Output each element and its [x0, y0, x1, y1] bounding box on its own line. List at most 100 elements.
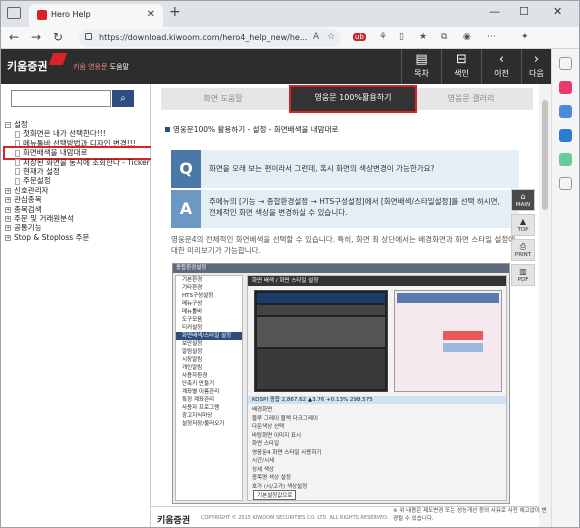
screenshot-menu-item: 티커설정	[182, 325, 203, 331]
tab-actions-icon[interactable]	[7, 7, 21, 19]
home-icon: ⌂	[520, 192, 526, 201]
document-icon	[15, 149, 20, 157]
book-icon: ▤	[415, 52, 428, 67]
tab-100-percent[interactable]: 영웅문 100%활용하기	[289, 85, 417, 113]
profile-icon[interactable]: ◉	[463, 32, 471, 44]
screenshot-option-row: 블루 그레이 블랙 다크그레이	[252, 415, 318, 422]
refresh-icon[interactable]: ↻	[53, 30, 63, 44]
split-screen-icon[interactable]: ▯	[399, 32, 404, 44]
settings-screenshot: 종합환경설정 기본환경 기타환경 HTS구성설정 메뉴구성 메뉴툴바 도구모음 티커설정 화면…	[172, 263, 510, 504]
footer-note: ※ 위 내용은 제도변경 또는 성능개선 등의 사유로 사전 예고없이 변경될 …	[393, 508, 547, 522]
add-icon[interactable]	[559, 177, 572, 190]
tab-gallery[interactable]: 영웅문 갤러리	[409, 88, 533, 110]
extensions-icon[interactable]: ⚘	[379, 32, 387, 44]
tree-item-label: 메뉴툴바 선택방법과 디자인 변경!!!	[23, 138, 136, 148]
kospi-ticker: KOSPI 종합 2,867.62 ▲3.76 +0.13% 298,575	[248, 396, 506, 404]
kiwoom-favicon-icon	[37, 10, 47, 20]
expand-icon: +	[5, 215, 11, 222]
screenshot-option-row: 영웅문4 화면 스타일 사용하기	[252, 449, 322, 456]
chevron-left-icon: ‹	[498, 52, 505, 67]
tree-item[interactable]: + 주문 및 거래원분석	[5, 214, 151, 223]
app-icon[interactable]	[559, 153, 572, 166]
close-tab-icon[interactable]: ✕	[147, 4, 155, 25]
index-button[interactable]: ⊟ 색인	[441, 49, 481, 84]
pdf-button[interactable]: ▥ PDF	[511, 264, 535, 286]
expand-icon: +	[5, 225, 11, 232]
logo-mark-icon	[48, 53, 68, 65]
maximize-icon[interactable]: ☐	[519, 5, 529, 18]
print-icon: ⎙	[519, 242, 527, 251]
tree-item-label: 관심종목	[14, 195, 42, 205]
answer-badge: A	[171, 190, 201, 228]
menu-icon[interactable]: ⋯	[487, 32, 496, 44]
scroll-thumb[interactable]	[542, 100, 548, 210]
tree-item-label: 공통기능	[14, 223, 42, 233]
tree-item[interactable]: + 공통기능	[5, 223, 151, 232]
outlook-icon[interactable]	[559, 129, 572, 142]
tree-item[interactable]: + Stop & Stoploss 주문	[5, 233, 151, 242]
browser-window: Hero Help ✕ + — ☐ ✕ ← → ↻ https://downlo…	[0, 0, 580, 528]
tab-screen-help[interactable]: 화면 도움말	[161, 88, 285, 110]
tree-item[interactable]: 주문설정	[5, 176, 151, 185]
tree-item-label: 신호관리자	[14, 185, 49, 195]
tree-item[interactable]: + 관심종목	[5, 195, 151, 204]
new-tab-icon[interactable]: +	[169, 4, 181, 20]
toc-tree: − 설정 첫화면은 내가 선택한다!!! 메뉴툴바 선택방법과 디자인 변경!!! 화면…	[3, 120, 153, 242]
tree-item-label: 화면배색을 내맘대로	[23, 148, 88, 158]
tree-item[interactable]: 첫화면은 내가 선택한다!!!	[5, 129, 151, 138]
screenshot-option-row: 화면 스타일	[252, 441, 280, 447]
screenshot-option-row: 종목명 색상 설정	[252, 475, 291, 481]
search-button[interactable]: ⌕	[112, 90, 134, 107]
app-icon[interactable]	[559, 105, 572, 118]
tree-item-label: 주문 및 거래원분석	[14, 213, 74, 223]
document-icon	[15, 177, 20, 185]
screenshot-menu-item: 도구모음	[182, 317, 203, 323]
read-aloud-icon[interactable]: A	[313, 32, 319, 44]
forward-icon[interactable]: →	[31, 30, 41, 44]
close-window-icon[interactable]: ✕	[553, 5, 562, 18]
search-input[interactable]	[11, 90, 111, 107]
tab-title: Hero Help	[51, 10, 91, 19]
scrollbar[interactable]	[539, 84, 551, 527]
screenshot-menu-item: 단축키 만들기	[182, 381, 215, 387]
tree-item[interactable]: + 신호관리자	[5, 186, 151, 195]
screenshot-option-row: 배경화면	[252, 407, 273, 413]
tree-item[interactable]: + 종목검색	[5, 205, 151, 214]
main-button[interactable]: ⌂ MAIN	[511, 189, 535, 211]
collections-icon[interactable]: ⧉	[441, 32, 447, 44]
kiwoom-logo: 키움증권	[7, 60, 48, 73]
minimize-icon[interactable]: —	[489, 5, 500, 18]
preview-row	[257, 305, 385, 315]
browser-tab[interactable]: Hero Help ✕	[29, 4, 163, 27]
tree-item-label: Stop & Stoploss 주문	[14, 232, 90, 242]
extension-icon[interactable]: ub	[353, 32, 366, 44]
preview-pink-panel	[394, 290, 502, 392]
tree-item[interactable]: 현재가 설정	[5, 167, 151, 176]
expand-icon: +	[5, 197, 11, 204]
favorites-bar-icon[interactable]: ★	[419, 32, 427, 44]
tree-item[interactable]: 화면배색을 내맘대로	[3, 146, 153, 160]
back-icon[interactable]: ←	[9, 30, 19, 44]
screenshot-menu-item: 메뉴구성	[182, 301, 203, 307]
screenshot-option-row: 다운색상 선택	[252, 424, 285, 430]
preview-button	[443, 343, 483, 352]
tree-item[interactable]: 저장된 화면을 동시에 조회한다 - Ticker	[5, 158, 151, 167]
print-button[interactable]: ⎙ PRINT	[511, 239, 535, 261]
lock-icon[interactable]	[85, 33, 92, 40]
footer-logo: 키움증권	[157, 516, 191, 526]
top-button[interactable]: ▲ TOP	[511, 214, 535, 236]
contents-button[interactable]: ▤ 목차	[401, 49, 441, 84]
screenshot-menu-item: 기본환경	[182, 277, 203, 283]
chevron-right-icon: ›	[533, 52, 540, 67]
search-sidebar-icon[interactable]	[559, 57, 572, 70]
url-field[interactable]: https://download.kiwoom.com/hero4_help_n…	[79, 29, 341, 47]
app-icon[interactable]	[559, 81, 572, 94]
tree-item[interactable]: 메뉴툴바 선택방법과 디자인 변경!!!	[5, 139, 151, 148]
prev-button[interactable]: ‹ 이전	[481, 49, 521, 84]
screenshot-option-row: 상세 색상	[252, 466, 274, 473]
screenshot-menu-item: 사용자환경	[182, 373, 208, 379]
copilot-icon[interactable]: ✦	[521, 32, 529, 44]
tree-item[interactable]: − 설정	[5, 120, 151, 129]
favorite-icon[interactable]: ☆	[327, 32, 335, 44]
next-button[interactable]: › 다음	[521, 49, 551, 84]
